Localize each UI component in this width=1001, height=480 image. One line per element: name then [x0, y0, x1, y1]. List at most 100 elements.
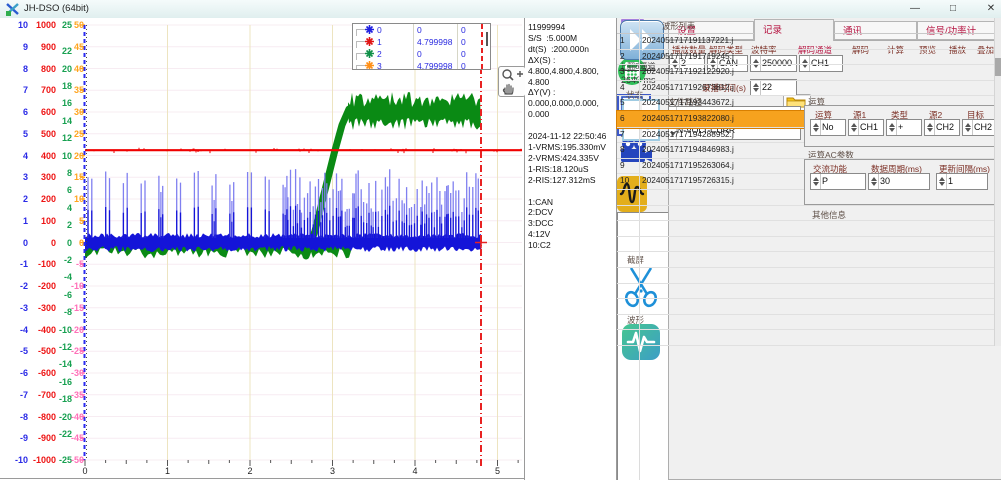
y-axis-orange-tick: 0: [0, 238, 84, 248]
legend-separator: [457, 24, 458, 69]
legend-value: 0: [417, 24, 422, 36]
y-axis-orange-tick: -40: [0, 412, 84, 422]
legend-row[interactable]: 2 0 0: [353, 48, 490, 60]
y-axis-orange-tick: -10: [0, 281, 84, 291]
legend-value-2: 0: [461, 24, 466, 36]
operation-src1-spinner-arrows[interactable]: [850, 120, 859, 135]
y-axis-orange-tick: 5: [0, 216, 84, 226]
y-axis-orange-tick: 45: [0, 42, 84, 52]
legend-marker-icon: [365, 25, 374, 34]
waveform-list-row[interactable]: [617, 283, 750, 300]
pan-hand-icon[interactable]: [502, 82, 516, 95]
operation-src1-spinner-value: CH1: [860, 122, 878, 132]
operation-src2-spinner-arrows[interactable]: [926, 120, 935, 135]
minimize-button[interactable]: —: [900, 1, 930, 17]
legend-tree-line: [356, 65, 365, 70]
y-axis-green-tick: 14: [0, 116, 72, 126]
ac-param-function-spinner[interactable]: P: [810, 173, 866, 190]
waveform-list-row[interactable]: [617, 267, 750, 284]
control-panel: 上翻8通道 2640 ms 状态 截屏 波形 设置记录通讯: [617, 18, 1001, 480]
x-axis-tick: 3: [326, 466, 340, 476]
trace-legend[interactable]: 00014.799998020034.7999980: [352, 23, 491, 70]
measurement-panel: 11999994 S/S :5.000M dt(S) :200.000n ΔX(…: [525, 18, 617, 480]
waveform-list-row[interactable]: [617, 236, 750, 253]
legend-value-2: 0: [461, 36, 466, 48]
operation-type-spinner-value: +: [898, 122, 903, 132]
ac-param-function-spinner-value: P: [822, 176, 828, 186]
x-axis-tick: 2: [243, 466, 257, 476]
close-button[interactable]: ✕: [976, 1, 1001, 17]
app-window: JH-DSO (64bit) — □ ✕ 109876543210-1-2-3-…: [0, 0, 1001, 480]
y-axis-orange-tick: -20: [0, 325, 84, 335]
legend-separator: [413, 24, 414, 69]
y-axis-orange-tick: 30: [0, 107, 84, 117]
ac-param-interval-spinner[interactable]: 1: [936, 173, 988, 190]
legend-marker-icon: [365, 37, 374, 46]
y-axis-orange-tick: 35: [0, 85, 84, 95]
y-axis-orange-tick: -25: [0, 346, 84, 356]
y-axis-green-tick: -16: [0, 377, 72, 387]
operation-op-spinner-value: No: [822, 122, 834, 132]
maximize-button[interactable]: □: [938, 1, 968, 17]
x-axis-tick: 0: [78, 466, 92, 476]
legend-value: 4.799998: [417, 60, 452, 70]
ac-param-period-spinner[interactable]: 30: [868, 173, 930, 190]
app-icon: [6, 2, 20, 16]
legend-index: 1: [377, 36, 382, 48]
operation-op-spinner-arrows[interactable]: [812, 120, 821, 135]
y-axis-orange-tick: 50: [0, 20, 84, 30]
x-axis-tick: 4: [408, 466, 422, 476]
operation-dest-spinner-arrows[interactable]: [964, 120, 973, 135]
zoom-in-icon[interactable]: [500, 68, 524, 82]
waveform-list-row[interactable]: [617, 298, 750, 315]
waveform-list-row[interactable]: [617, 251, 750, 268]
operation-type-spinner-arrows[interactable]: [888, 120, 897, 135]
chart-area[interactable]: 109876543210-1-2-3-4-5-6-7-8-9-101000900…: [0, 18, 525, 480]
waveform-list-row[interactable]: [617, 220, 750, 237]
legend-tree-line: [356, 41, 365, 48]
operation-op-spinner[interactable]: No: [810, 119, 846, 136]
y-axis-green-tick: 4: [0, 203, 72, 213]
tab-record[interactable]: 记录: [754, 19, 834, 41]
y-axis-orange-tick: -30: [0, 368, 84, 378]
y-axis-orange-tick: -45: [0, 433, 84, 443]
y-axis-orange-tick: 20: [0, 151, 84, 161]
legend-cursor-overlay: [481, 24, 483, 69]
legend-index: 0: [377, 24, 382, 36]
legend-row[interactable]: 34.7999980: [353, 60, 490, 70]
ac-param-period-spinner-arrows[interactable]: [870, 174, 879, 189]
y-axis-orange-tick: -35: [0, 390, 84, 400]
operation-src2-spinner-value: CH2: [936, 122, 954, 132]
legend-scrollbar[interactable]: [486, 32, 488, 46]
title-bar: JH-DSO (64bit) — □ ✕: [0, 0, 1001, 19]
waveform-list-row[interactable]: [617, 329, 750, 346]
legend-marker-icon: [365, 49, 374, 58]
y-axis-orange-tick: 40: [0, 64, 84, 74]
ac-param-interval-spinner-value: 1: [948, 176, 953, 186]
x-axis-tick: 5: [491, 466, 505, 476]
operation-src1-spinner[interactable]: CH1: [848, 119, 884, 136]
legend-row[interactable]: 1 4.799998 0: [353, 36, 490, 48]
operation-dest-spinner[interactable]: CH2: [962, 119, 998, 136]
operation-type-spinner[interactable]: +: [886, 119, 922, 136]
y-axis-orange-tick: 25: [0, 129, 84, 139]
legend-value: 0: [417, 48, 422, 60]
y-axis-orange-tick: -50: [0, 455, 84, 465]
y-axis-orange-tick: -15: [0, 303, 84, 313]
operation-src2-spinner[interactable]: CH2: [924, 119, 960, 136]
legend-value-2: 0: [461, 60, 466, 70]
chart-tools[interactable]: [498, 66, 526, 97]
legend-marker-icon: [365, 61, 374, 70]
legend-tree-line: [356, 53, 365, 60]
ac-param-interval-spinner-arrows[interactable]: [938, 174, 947, 189]
legend-value-2: 0: [461, 48, 466, 60]
ac-param-period-spinner-value: 30: [880, 176, 890, 186]
y-axis-green-tick: -6: [0, 290, 72, 300]
waveform-list-row[interactable]: [617, 314, 750, 331]
legend-value: 4.799998: [417, 36, 452, 48]
operation-dest-spinner-value: CH2: [974, 122, 992, 132]
y-axis-orange-tick: -5: [0, 259, 84, 269]
legend-index: 2: [377, 48, 382, 60]
legend-row[interactable]: 0 0 0: [353, 24, 490, 36]
ac-param-function-spinner-arrows[interactable]: [812, 174, 821, 189]
